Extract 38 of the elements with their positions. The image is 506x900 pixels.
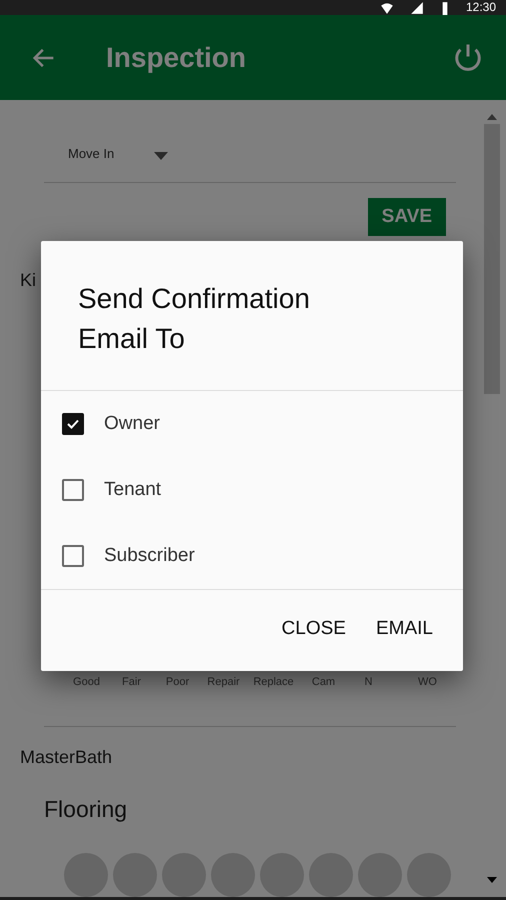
scroll-up-icon	[487, 114, 497, 120]
item-name: Flooring	[44, 796, 128, 823]
rating-label: Cam	[310, 676, 336, 688]
rating-option-button[interactable]	[211, 853, 255, 897]
checkbox-label: Owner	[104, 413, 160, 435]
checkbox-label: Subscriber	[104, 545, 195, 567]
rating-option-button[interactable]	[162, 853, 206, 897]
rating-option-button[interactable]	[113, 853, 157, 897]
rating-option-button[interactable]	[260, 853, 304, 897]
checkbox-label: Tenant	[104, 479, 162, 501]
app-title: Inspection	[106, 42, 248, 74]
room-name: MasterBath	[20, 747, 114, 768]
scroll-down-icon	[487, 877, 497, 883]
rating-option-button[interactable]	[358, 853, 402, 897]
checkbox[interactable]	[62, 545, 84, 567]
scrollbar-thumb[interactable]	[484, 124, 500, 394]
rating-option-button[interactable]	[309, 853, 353, 897]
room-name: Ki	[20, 270, 38, 291]
rating-label: Repair	[206, 676, 241, 688]
dialog-button[interactable]: EMAIL	[366, 610, 443, 648]
dialog-button[interactable]: CLOSE	[272, 610, 356, 648]
rating-label: Replace	[252, 676, 295, 688]
status-time: 12:30	[466, 0, 496, 15]
dialog-title: Send Confirmation Email To	[41, 241, 463, 391]
checkbox[interactable]	[62, 479, 84, 501]
inspection-type-dropdown[interactable]: Move In	[68, 146, 114, 161]
rating-option-button[interactable]	[407, 853, 451, 897]
dropdown-caret-icon	[154, 152, 168, 160]
rating-label: WO	[417, 676, 438, 688]
battery-icon	[440, 1, 450, 15]
rating-label: N	[364, 676, 374, 688]
rating-label: Poor	[164, 676, 190, 688]
rating-label: Good	[72, 676, 101, 688]
rating-label: Fair	[121, 676, 142, 688]
rating-option-button[interactable]	[64, 853, 108, 897]
checkbox[interactable]	[62, 413, 84, 435]
check-icon	[66, 417, 80, 431]
wifi-icon	[380, 1, 394, 15]
